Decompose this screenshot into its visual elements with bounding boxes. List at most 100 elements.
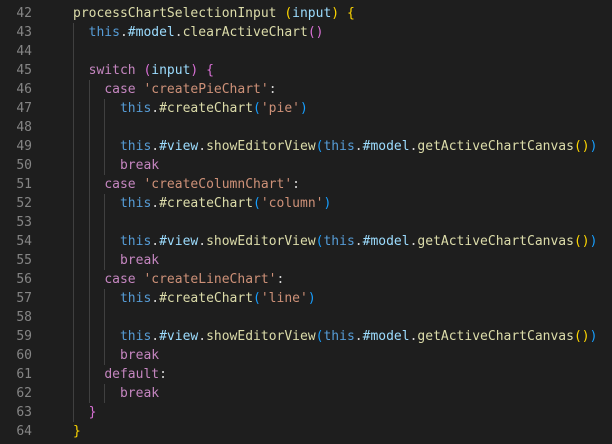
code-editor[interactable]: 42 processChartSelectionInput (input) {43…	[0, 0, 612, 444]
code-line[interactable]: 48	[0, 118, 612, 137]
code-line[interactable]: 47 this.#createChart('pie')	[0, 99, 612, 118]
code-token: getActiveChartCanvas	[417, 329, 574, 344]
line-number: 56	[16, 272, 32, 287]
code-token: (	[253, 291, 261, 306]
line-number: 59	[16, 329, 32, 344]
code-token: #createChart	[159, 101, 254, 116]
code-token: this	[119, 291, 152, 306]
code-text: }	[73, 422, 81, 441]
code-token: :	[276, 272, 285, 287]
code-token: .	[198, 139, 207, 154]
code-token: this	[323, 329, 355, 344]
code-token: .	[151, 101, 160, 116]
code-token: #model	[362, 329, 410, 344]
code-token: #createChart	[159, 291, 254, 306]
code-token: )	[300, 101, 308, 116]
code-token: .	[354, 329, 363, 344]
code-token: this	[88, 25, 120, 40]
code-token: showEditorView	[206, 139, 316, 154]
code-token: this	[119, 234, 152, 249]
code-token: switch	[88, 63, 136, 78]
code-token: (	[253, 196, 261, 211]
code-token: .	[151, 196, 160, 211]
code-line[interactable]: 51 case 'createColumnChart':	[0, 175, 612, 194]
line-number: 53	[16, 215, 32, 230]
code-line[interactable]: 52 this.#createChart('column')	[0, 194, 612, 213]
code-token: #view	[159, 329, 199, 344]
code-token: )	[589, 139, 598, 154]
code-line[interactable]: 45 switch (input) {	[0, 61, 612, 80]
code-token: )	[589, 329, 598, 344]
code-text: }	[73, 403, 97, 422]
code-token: .	[151, 329, 160, 344]
code-token: getActiveChartCanvas	[417, 234, 574, 249]
code-line[interactable]: 43 this.#model.clearActiveChart()	[0, 23, 612, 42]
code-token: #model	[362, 139, 410, 154]
code-token: input	[292, 6, 332, 21]
code-line[interactable]: 57 this.#createChart('line')	[0, 289, 612, 308]
code-token: {	[206, 63, 214, 78]
code-token: .	[151, 139, 160, 154]
code-token: ()	[307, 25, 324, 40]
code-line[interactable]: 53	[0, 213, 612, 232]
line-number: 46	[16, 82, 32, 97]
line-number: 63	[16, 405, 32, 420]
code-token: .	[119, 25, 128, 40]
code-line[interactable]: 55 break	[0, 251, 612, 270]
code-token: :	[268, 82, 277, 97]
code-token: )	[307, 291, 316, 306]
code-text: processChartSelectionInput (input) {	[73, 4, 355, 23]
code-line[interactable]: 60 break	[0, 346, 612, 365]
code-line[interactable]: 58	[0, 308, 612, 327]
code-text: break	[73, 156, 159, 175]
code-line[interactable]: 42 processChartSelectionInput (input) {	[0, 4, 612, 23]
code-token: :	[292, 177, 300, 192]
code-text: case 'createColumnChart':	[73, 175, 300, 194]
code-line[interactable]: 49 this.#view.showEditorView(this.#model…	[0, 137, 612, 156]
code-token: clearActiveChart	[182, 25, 308, 40]
code-token: ()	[573, 234, 590, 249]
code-text: this.#createChart('column')	[73, 194, 331, 213]
code-token: #createChart	[159, 196, 254, 211]
code-token: 'createLineChart'	[143, 272, 277, 287]
code-line[interactable]: 64}	[0, 422, 612, 441]
code-line[interactable]: 56 case 'createLineChart':	[0, 270, 612, 289]
code-line[interactable]: 62 break	[0, 384, 612, 403]
code-line[interactable]: 46 case 'createPieChart':	[0, 80, 612, 99]
code-token: case	[104, 82, 136, 97]
code-token: :	[159, 367, 167, 382]
line-number: 54	[16, 234, 32, 249]
code-text: break	[73, 384, 159, 403]
code-text: this.#view.showEditorView(this.#model.ge…	[73, 137, 597, 156]
code-token: showEditorView	[206, 234, 316, 249]
code-text: this.#view.showEditorView(this.#model.ge…	[73, 232, 597, 251]
code-line[interactable]: 44	[0, 42, 612, 61]
code-token: .	[354, 234, 363, 249]
code-token: {	[346, 6, 355, 21]
code-token: .	[151, 234, 160, 249]
line-number: 62	[16, 386, 32, 401]
code-text: break	[73, 346, 159, 365]
code-token: )	[331, 6, 340, 21]
code-token: processChartSelectionInput	[73, 6, 277, 21]
code-token: this	[323, 139, 355, 154]
code-line[interactable]: 50 break	[0, 156, 612, 175]
code-token: (	[284, 6, 293, 21]
code-line[interactable]: 63 }	[0, 403, 612, 422]
line-number: 45	[16, 63, 32, 78]
code-line[interactable]: 61 default:	[0, 365, 612, 384]
code-line[interactable]: 54 this.#view.showEditorView(this.#model…	[0, 232, 612, 251]
code-line[interactable]: 59 this.#view.showEditorView(this.#model…	[0, 327, 612, 346]
